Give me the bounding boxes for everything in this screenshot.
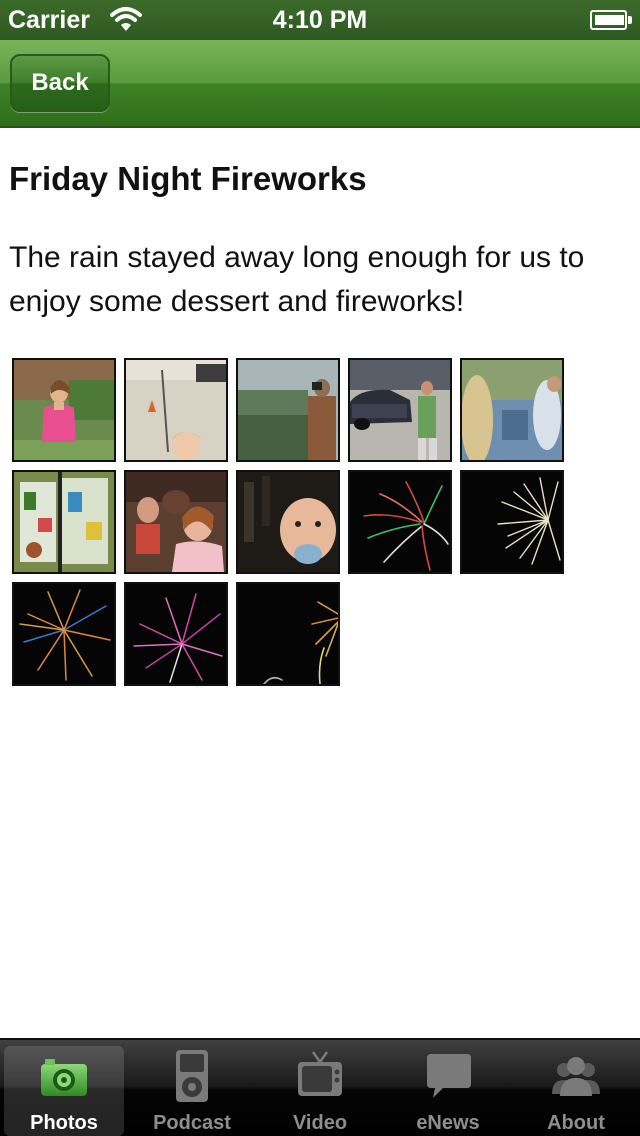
status-bar: Carrier 4:10 PM — [0, 0, 640, 40]
battery-icon — [590, 10, 632, 30]
photo-thumbnail-fireworks-red-green[interactable] — [348, 470, 452, 574]
tab-label-podcast: Podcast — [153, 1112, 231, 1134]
photo-thumbnail-fireworks-white[interactable] — [460, 470, 564, 574]
tab-label-enews: eNews — [416, 1112, 480, 1134]
tab-enews[interactable]: eNews — [384, 1040, 512, 1136]
tv-icon — [298, 1051, 342, 1096]
tab-label-video: Video — [292, 1112, 348, 1134]
tab-bar: Photos Podcast Video eNews About — [0, 1038, 640, 1136]
tab-photos[interactable]: Photos — [0, 1040, 128, 1136]
status-time: 4:10 PM — [272, 6, 368, 34]
photo-thumbnail-girl-with-balloon[interactable] — [124, 358, 228, 462]
tab-label-about: About — [547, 1112, 605, 1134]
back-button[interactable]: Back — [10, 54, 110, 112]
photo-thumbnail-man-with-camera[interactable] — [236, 358, 340, 462]
photo-thumbnail-fireworks-gold-edge[interactable] — [236, 582, 340, 686]
navigation-bar: Back — [0, 40, 640, 128]
people-icon — [552, 1057, 600, 1096]
page-description: The rain stayed away long enough for us … — [9, 241, 585, 318]
photo-thumbnail-fireworks-purple[interactable] — [124, 582, 228, 686]
page-title: Friday Night Fireworks — [9, 160, 367, 197]
tab-about[interactable]: About — [512, 1040, 640, 1136]
photo-thumbnail-baby-close-up[interactable] — [236, 470, 340, 574]
photo-thumbnail-crowd-blurred[interactable] — [460, 358, 564, 462]
tab-label-photos: Photos — [30, 1112, 98, 1134]
photo-thumbnail-girls-close-up[interactable] — [124, 470, 228, 574]
ipod-icon — [176, 1050, 208, 1102]
tab-video[interactable]: Video — [256, 1040, 384, 1136]
tab-podcast[interactable]: Podcast — [128, 1040, 256, 1136]
camera-icon — [41, 1059, 87, 1096]
photo-thumbnail-painted-box[interactable] — [12, 470, 116, 574]
photo-thumbnail-fireworks-orange[interactable] — [12, 582, 116, 686]
photo-thumbnail-woman-in-pink[interactable] — [12, 358, 116, 462]
photo-thumbnail-man-by-cars[interactable] — [348, 358, 452, 462]
speech-bubble-icon — [427, 1054, 471, 1098]
